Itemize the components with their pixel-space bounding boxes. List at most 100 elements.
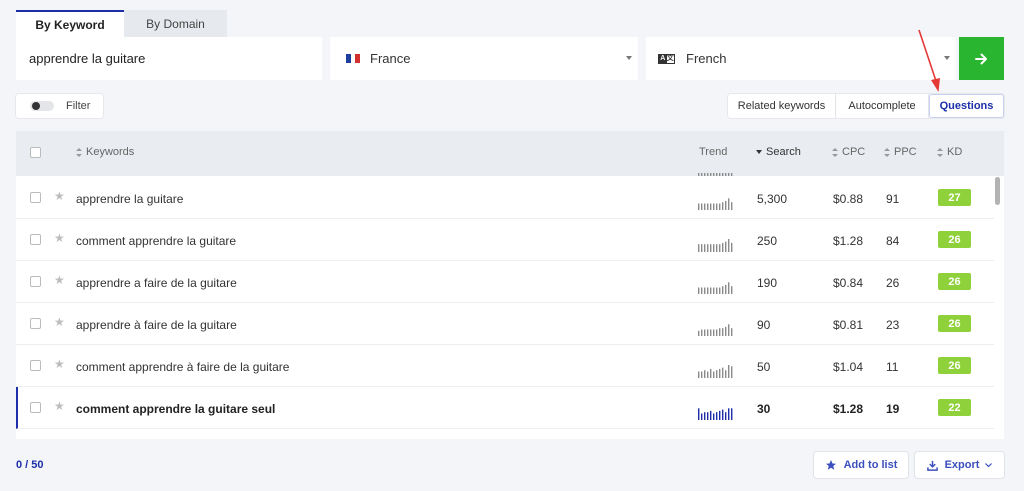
search-volume-cell: 190 xyxy=(757,276,778,290)
trend-bar xyxy=(698,330,700,336)
trend-bar xyxy=(722,328,724,336)
trend-bar xyxy=(731,408,733,420)
chevron-down-icon xyxy=(985,462,993,467)
country-label: France xyxy=(370,51,411,66)
trend-bar xyxy=(701,244,703,252)
country-select[interactable]: France xyxy=(330,37,638,80)
keyword-input[interactable] xyxy=(16,37,322,80)
trend-bar xyxy=(698,203,700,210)
kd-badge: 26 xyxy=(938,231,971,248)
kd-badge: 26 xyxy=(938,273,971,290)
mode-related-keywords[interactable]: Related keywords xyxy=(728,94,836,118)
mode-autocomplete[interactable]: Autocomplete xyxy=(836,94,929,118)
filter-toggle[interactable]: Filter xyxy=(16,94,103,118)
trend-bar xyxy=(728,239,730,252)
header-cpc[interactable]: CPC xyxy=(832,146,865,158)
star-icon[interactable]: ★ xyxy=(54,189,65,203)
trend-bar xyxy=(707,371,709,378)
table-row[interactable]: ★ comment apprendre la guitare seul 30 $1.2… xyxy=(16,387,994,429)
cpc-cell: $0.88 xyxy=(833,192,864,206)
trend-bar xyxy=(713,287,715,294)
trend-bar xyxy=(719,203,721,210)
trend-sparkline xyxy=(698,198,733,210)
row-checkbox[interactable] xyxy=(30,318,41,329)
table-row[interactable]: ★ apprendre la guitare 5,300 $0.88 91 27 xyxy=(16,177,994,219)
trend-bar xyxy=(710,287,712,294)
search-go-button[interactable] xyxy=(959,37,1004,80)
search-volume-cell: 90 xyxy=(757,318,771,332)
table-row[interactable]: ★ apprendre a faire de la guitare 190 $0.84… xyxy=(16,261,994,303)
star-icon[interactable]: ★ xyxy=(54,273,65,287)
export-button[interactable]: Export xyxy=(915,452,1004,478)
tab-by-keyword[interactable]: By Keyword xyxy=(16,10,124,37)
keyword-cell[interactable]: apprendre a faire de la guitare xyxy=(76,276,237,290)
scrolled-trend xyxy=(698,173,733,176)
mode-questions[interactable]: Questions xyxy=(929,94,1004,118)
cpc-cell: $1.28 xyxy=(833,402,864,416)
keyword-cell[interactable]: apprendre à faire de la guitare xyxy=(76,318,237,332)
keywords-table: Keywords Trend Search CPC PPC KD ★ appren… xyxy=(16,131,1004,439)
trend-bar xyxy=(725,200,727,210)
kd-badge: 26 xyxy=(938,357,971,374)
trend-bar xyxy=(725,370,727,378)
trend-bar xyxy=(698,408,700,420)
star-icon[interactable]: ★ xyxy=(54,399,65,413)
cpc-cell: $1.04 xyxy=(833,360,864,374)
keyword-cell[interactable]: comment apprendre la guitare seul xyxy=(76,402,275,416)
row-checkbox[interactable] xyxy=(30,402,41,413)
trend-sparkline xyxy=(698,365,733,378)
search-volume-cell: 250 xyxy=(757,234,778,248)
trend-bar xyxy=(707,412,709,420)
table-scrollbar[interactable] xyxy=(995,177,1000,205)
star-icon[interactable]: ★ xyxy=(54,357,65,371)
keyword-cell[interactable]: comment apprendre à faire de la guitare xyxy=(76,360,289,374)
keyword-cell[interactable]: apprendre la guitare xyxy=(76,192,183,206)
search-volume-cell: 5,300 xyxy=(757,192,788,206)
select-all-checkbox[interactable] xyxy=(30,147,41,158)
row-checkbox[interactable] xyxy=(30,234,41,245)
trend-bar xyxy=(728,198,730,210)
trend-bar xyxy=(716,244,718,252)
trend-bar xyxy=(701,371,703,378)
star-icon[interactable]: ★ xyxy=(54,231,65,245)
header-search[interactable]: Search xyxy=(756,146,801,158)
header-kd[interactable]: KD xyxy=(937,146,962,158)
filter-label: Filter xyxy=(66,100,91,112)
row-checkbox[interactable] xyxy=(30,360,41,371)
language-select[interactable]: A文 French xyxy=(646,37,956,80)
trend-bar xyxy=(701,413,703,420)
trend-bar xyxy=(728,282,730,294)
header-keywords[interactable]: Keywords xyxy=(76,146,134,158)
trend-bar xyxy=(716,329,718,336)
selected-count: 0 / 50 xyxy=(16,459,44,471)
table-row[interactable]: ★ comment apprendre la guitare 250 $1.28 84 2… xyxy=(16,219,994,261)
trend-bar xyxy=(713,203,715,210)
toggle-switch[interactable] xyxy=(30,101,54,111)
kd-badge: 27 xyxy=(938,189,971,206)
header-ppc[interactable]: PPC xyxy=(884,146,917,158)
add-to-list-button[interactable]: Add to list xyxy=(814,452,908,478)
row-checkbox[interactable] xyxy=(30,192,41,203)
trend-bar xyxy=(719,328,721,336)
tab-by-domain[interactable]: By Domain xyxy=(124,10,227,37)
trend-bar xyxy=(713,244,715,252)
table-row[interactable]: ★ apprendre à faire de la guitare 90 $0.81 2… xyxy=(16,303,994,345)
trend-bar xyxy=(704,370,706,378)
sort-desc-icon xyxy=(756,150,762,154)
trend-bar xyxy=(725,326,727,336)
trend-bar xyxy=(710,244,712,252)
ppc-cell: 84 xyxy=(886,234,900,248)
trend-bar xyxy=(704,412,706,420)
trend-bar xyxy=(704,244,706,252)
trend-bar xyxy=(722,202,724,210)
row-checkbox[interactable] xyxy=(30,276,41,287)
kd-badge: 22 xyxy=(938,399,971,416)
ppc-cell: 11 xyxy=(886,360,899,374)
trend-bar xyxy=(722,242,724,252)
table-row[interactable]: ★ comment apprendre à faire de la guitare… xyxy=(16,345,994,387)
trend-bar xyxy=(707,203,709,210)
ppc-cell: 23 xyxy=(886,318,900,332)
keyword-cell[interactable]: comment apprendre la guitare xyxy=(76,234,236,248)
star-icon[interactable]: ★ xyxy=(54,315,65,329)
trend-bar xyxy=(722,409,724,420)
